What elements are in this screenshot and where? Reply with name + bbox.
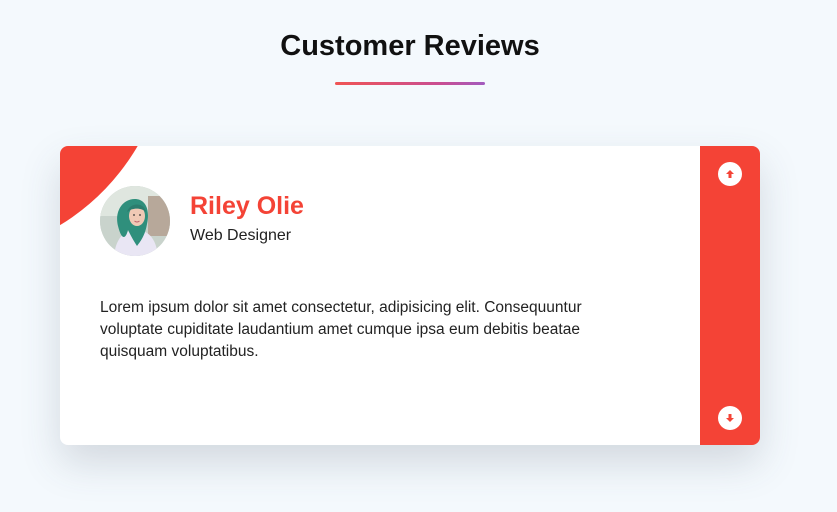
review-text: Lorem ipsum dolor sit amet consectetur, … (100, 299, 582, 360)
reviewer-name: Riley Olie (190, 192, 304, 220)
avatar-photo (100, 186, 170, 256)
review-navigation (700, 146, 760, 445)
previous-review-button[interactable] (718, 162, 742, 186)
avatar (100, 186, 170, 256)
page: Customer Reviews Riley Olie Web Designer… (0, 0, 837, 512)
title-underline (335, 82, 485, 85)
reviewer-role: Web Designer (190, 227, 292, 244)
page-title: Customer Reviews (280, 30, 540, 62)
next-review-button[interactable] (718, 406, 742, 430)
arrow-up-icon (726, 170, 734, 178)
arrow-down-icon (726, 414, 734, 422)
review-card: Riley Olie Web Designer Lorem ipsum dolo… (60, 146, 760, 445)
